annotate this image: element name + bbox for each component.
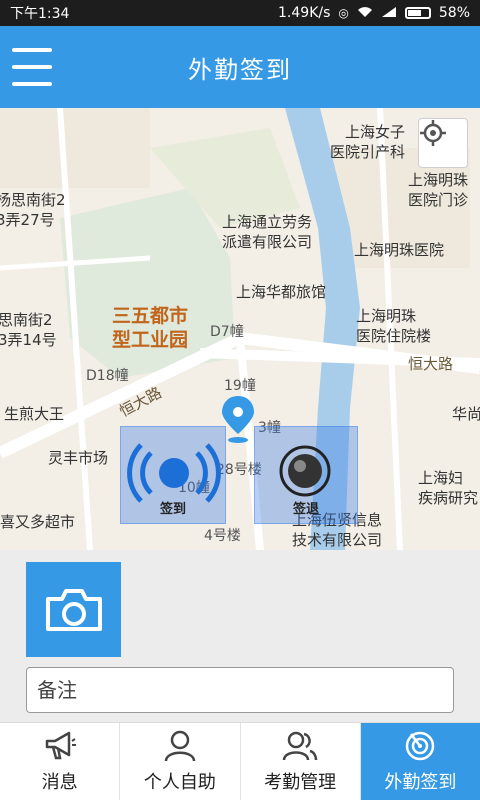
poi-label: 上海女子 医院引产科 [330,123,406,161]
building-label: D7幢 [210,324,244,340]
tab-personal[interactable]: 个人自助 [120,723,241,800]
bottom-tab-bar: 消息 个人自助 考勤管理 外勤签到 [0,722,480,800]
building-label: D18幢 [86,368,129,384]
tab-label: 个人自助 [143,771,216,793]
radar-icon [402,730,438,762]
building-label: 19幢 [224,378,256,394]
poi-label: 上海通立劳务 派遣有限公司 [222,213,313,251]
person-icon [162,730,198,762]
park-label: 三五都市 型工业园 [112,305,189,351]
locate-me-button[interactable] [418,118,468,168]
camera-button[interactable] [26,562,121,657]
signal-icon [381,6,397,21]
tab-label: 考勤管理 [264,771,337,793]
poi-label: 上海明珠 医院住院楼 [356,307,432,345]
sign-out-label: 签退 [292,502,319,517]
status-icons: 1.49K/s ◎ 58% [278,5,470,21]
poi-label: 华尚 [452,405,480,423]
road-label: 恒大路 [408,355,454,373]
app-header: 外勤签到 [0,26,480,108]
sign-in-button[interactable]: 签到 [120,426,226,524]
poi-label: 上海明珠 医院门诊 [408,171,469,209]
tab-attendance[interactable]: 考勤管理 [241,723,361,800]
tab-label: 消息 [41,771,78,793]
people-icon [282,730,318,762]
tab-field-signin[interactable]: 外勤签到 [360,723,480,800]
tab-label: 外勤签到 [384,771,457,793]
status-bar: 下午1:34 1.49K/s ◎ 58% [0,0,480,26]
alarm-icon: ◎ [338,6,349,20]
poi-label: 上海华都旅馆 [236,283,327,301]
status-time: 下午1:34 [10,6,70,22]
sign-in-label: 签到 [159,502,186,517]
network-speed: 1.49K/s [278,5,331,21]
poi-label: 喜又多超市 [0,513,76,531]
tab-messages[interactable]: 消息 [0,723,121,800]
camera-icon [45,588,102,631]
poi-label: 生煎大王 [4,405,65,423]
poi-label: 上海妇 疾病研究 [418,469,479,507]
sign-out-button[interactable]: 签退 [254,426,358,524]
megaphone-icon [42,730,78,762]
remark-input[interactable] [26,667,454,713]
building-label: 4号楼 [204,528,241,544]
battery-percent: 58% [438,5,470,21]
crosshair-icon [420,120,446,146]
poi-label: 上海明珠医院 [354,241,445,259]
poi-label: 杨思南街2 3弄27号 [0,191,66,229]
page-title: 外勤签到 [188,56,292,84]
poi-label: 思南街2 3弄14号 [0,311,57,349]
battery-icon [404,7,431,19]
poi-label: 灵丰市场 [48,449,109,467]
wifi-icon [357,6,373,21]
map-view[interactable]: 上海女子 医院引产科 上海明珠 医院门诊 杨思南街2 3弄27号 上海通立劳务 … [0,108,480,550]
